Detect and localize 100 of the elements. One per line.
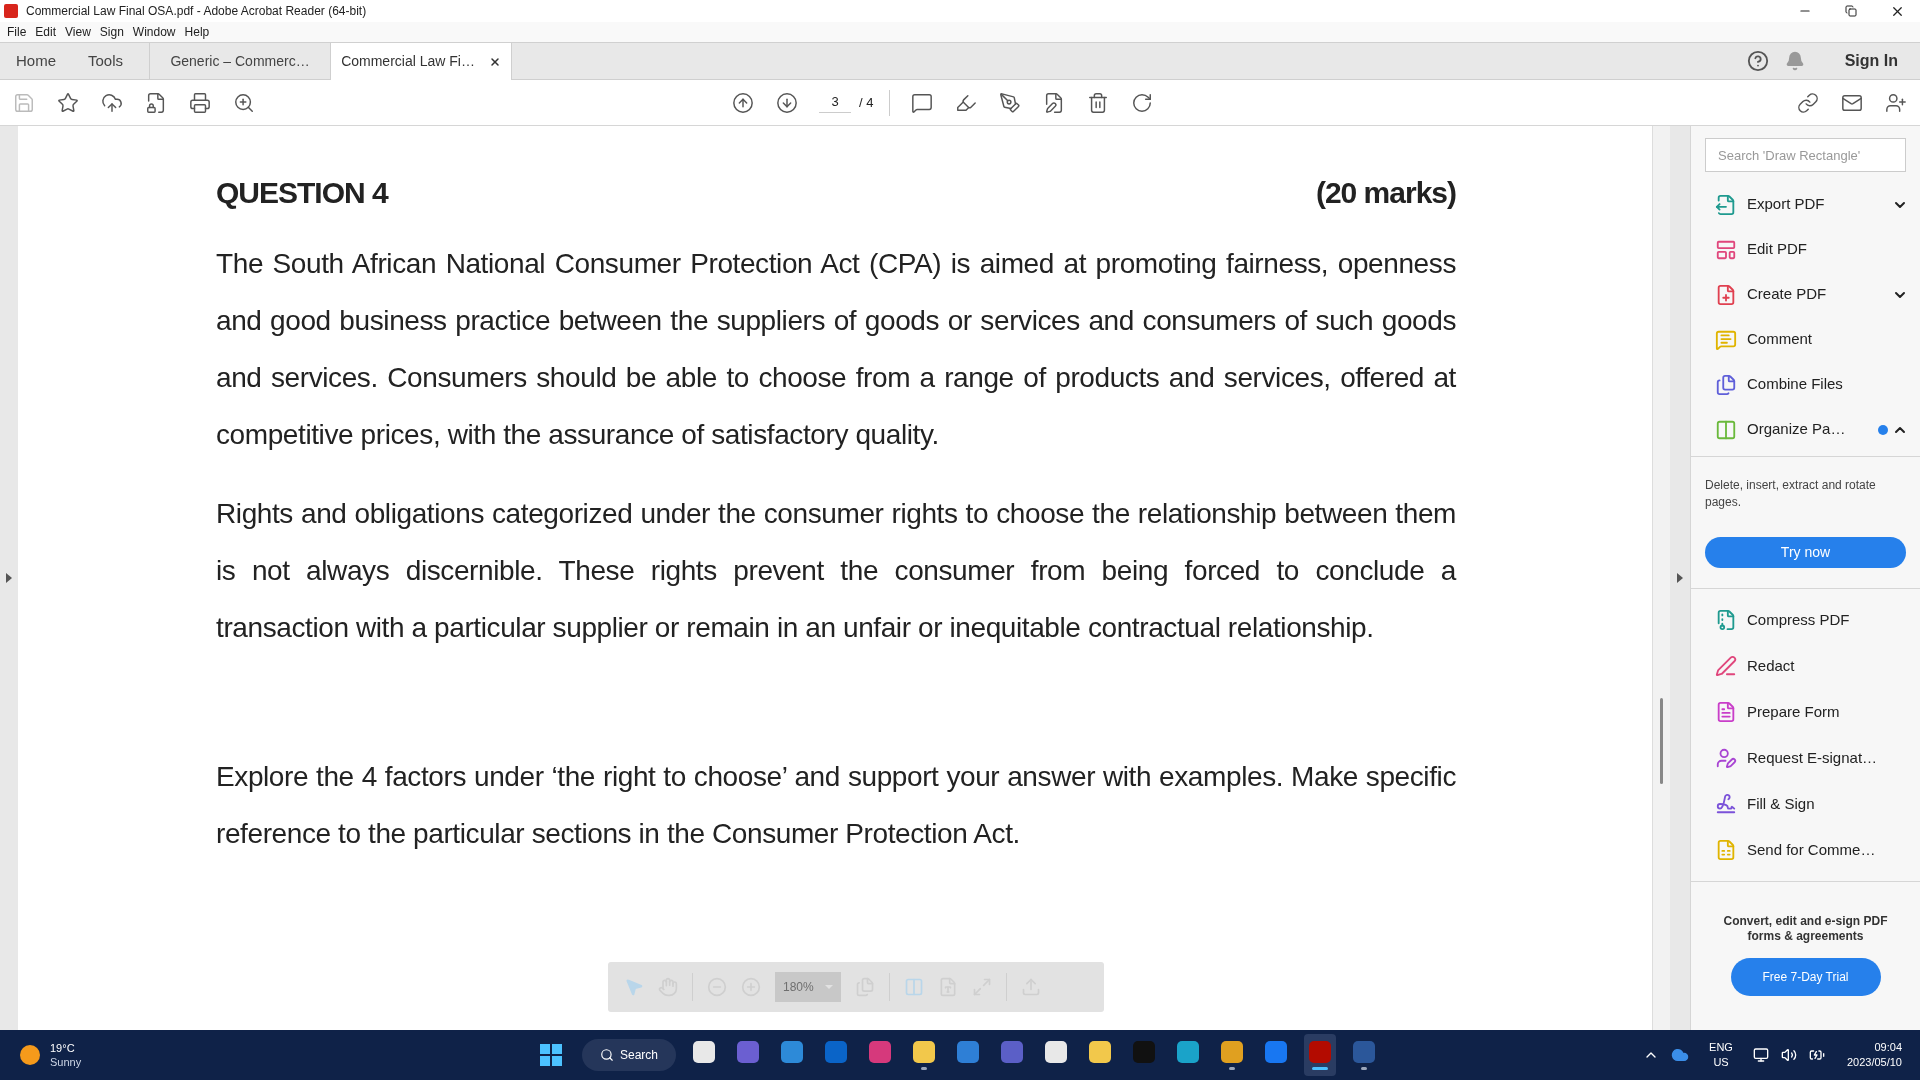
left-panel-toggle[interactable]: [0, 126, 18, 1030]
tool-item[interactable]: Fill & Sign: [1691, 781, 1920, 827]
app-logo-icon: [4, 4, 18, 18]
volume-icon: [1780, 1047, 1797, 1063]
tool-item[interactable]: Combine Files: [1691, 362, 1920, 407]
tool-label: Send for Comme…: [1747, 839, 1876, 860]
battery-icon: [1808, 1047, 1825, 1063]
question-paragraph: Rights and obligations categorized under the consumer rights to choose the relationship between them is not always discernible. These rights prevent the consumer from being forced to conclude a transaction with a particular supplier or remain in an unfair or inequitable contractual relationship.: [216, 497, 1456, 645]
collapse-arrow-icon: [1677, 573, 1683, 583]
tool-label: Edit PDF: [1747, 239, 1807, 260]
tool-item[interactable]: Redact: [1691, 643, 1920, 689]
clock-date: 2023/05/10: [1846, 1055, 1902, 1070]
tool-icon: [1715, 655, 1737, 677]
tool-item[interactable]: Compress PDF: [1691, 597, 1920, 643]
tool-icon: [1715, 328, 1737, 351]
taskbar-app[interactable]: [1304, 1034, 1337, 1076]
try-now-button[interactable]: Try now: [1705, 537, 1906, 568]
app-icon: [1001, 1040, 1024, 1063]
notification-bell-icon: [1784, 51, 1805, 71]
tool-item[interactable]: Send for Comme…: [1691, 827, 1920, 873]
sign-in-button[interactable]: Sign In: [1844, 49, 1898, 73]
marks-label: (20 marks): [1315, 175, 1456, 211]
restore-icon: [1845, 5, 1857, 17]
tool-item[interactable]: Organize Pa…: [1691, 407, 1920, 452]
tool-icon: [1715, 793, 1737, 815]
tool-icon: [1715, 701, 1737, 723]
close-tab-icon: [488, 55, 501, 68]
app-icon: [693, 1040, 716, 1063]
tool-item[interactable]: Create PDF: [1691, 272, 1920, 317]
pointer-icon: [624, 977, 644, 997]
window-title: Commercial Law Final OSA.pdf - Adobe Acrobat Reader (64-bit): [26, 3, 367, 20]
right-panel-toggle[interactable]: [1670, 126, 1690, 1030]
expand-arrow-icon: [6, 573, 12, 583]
tool-label: Comment: [1747, 329, 1813, 350]
language-indicator: ENG: [1709, 1040, 1733, 1055]
tool-label: Request E-signat…: [1747, 747, 1878, 768]
tab-label: Commercial Law Fi…: [341, 52, 475, 71]
region-indicator: US: [1713, 1055, 1729, 1070]
weather-condition: Sunny: [50, 1055, 82, 1069]
tool-label: Fill & Sign: [1747, 793, 1815, 814]
clock-time: 09:04: [1874, 1040, 1902, 1055]
help-icon: [1746, 50, 1769, 72]
menu-item[interactable]: Edit: [31, 23, 61, 41]
question-paragraph: The South African National Consumer Protection Act (CPA) is aimed at promoting fairness, openness and good business practice between the suppliers of goods or services and consumers of such goods and services. Consumers should be able to choose from a range of products and services, offered at competitive prices, with the assurance of satisfactory quality.: [216, 247, 1456, 452]
app-icon: [913, 1040, 936, 1063]
question-heading: QUESTION 4: [216, 175, 388, 211]
tool-icon: [1715, 747, 1737, 769]
app-icon: [1177, 1040, 1200, 1063]
menu-item[interactable]: Window: [128, 23, 180, 41]
tab-label: Generic – Commerc…: [170, 51, 310, 71]
start-icon[interactable]: [540, 1044, 562, 1066]
search-icon: [600, 1048, 614, 1062]
scrollbar-thumb[interactable]: [1660, 698, 1663, 784]
app-icon: [737, 1040, 760, 1063]
tool-icon: [1715, 193, 1737, 216]
tool-item[interactable]: Prepare Form: [1691, 689, 1920, 735]
document-tab[interactable]: Commercial Law Fi…: [331, 43, 513, 80]
cloud-icon: [1671, 1046, 1690, 1064]
taskbar-search-button[interactable]: Search: [582, 1039, 677, 1071]
nav-tab[interactable]: Tools: [72, 43, 140, 79]
tool-label: Organize Pa…: [1747, 419, 1846, 440]
tool-item[interactable]: Comment: [1691, 317, 1920, 362]
app-icon: [781, 1040, 804, 1063]
app-icon: [1353, 1040, 1376, 1063]
app-icon: [1309, 1040, 1332, 1063]
tool-label: Redact: [1747, 655, 1795, 676]
tool-label: Combine Files: [1747, 374, 1843, 395]
menu-item[interactable]: Sign: [95, 23, 128, 41]
temperature: 19°C: [50, 1041, 76, 1055]
menu-item[interactable]: Help: [180, 23, 214, 41]
tool-label: Compress PDF: [1747, 609, 1850, 630]
nav-tab[interactable]: Home: [0, 43, 72, 79]
tool-icon: [1715, 283, 1737, 306]
page-number-field[interactable]: 3: [819, 92, 851, 113]
app-icon: [825, 1040, 848, 1063]
free-trial-button[interactable]: Free 7-Day Trial: [1730, 958, 1881, 996]
tool-label: Export PDF: [1747, 194, 1825, 215]
app-icon: [1133, 1040, 1156, 1063]
new-badge-icon: [1878, 424, 1888, 435]
tool-item[interactable]: Edit PDF: [1691, 227, 1920, 272]
network-icon: [1752, 1047, 1769, 1063]
tool-icon: [1715, 609, 1737, 631]
sun-icon: [20, 1045, 40, 1065]
app-icon: [1265, 1040, 1288, 1063]
tool-icon: [1715, 839, 1737, 861]
app-icon: [1221, 1040, 1244, 1063]
page-total: / 4: [859, 93, 874, 112]
question-paragraph: Explore the 4 factors under ‘the right to choose’ and support your answer with examples. Make specific reference to the particular sections in the Consumer Protection Act.: [216, 760, 1456, 851]
tool-item[interactable]: Request E-signat…: [1691, 735, 1920, 781]
tool-label: Create PDF: [1747, 284, 1827, 305]
app-icon: [957, 1040, 980, 1063]
menu-item[interactable]: View: [61, 23, 95, 41]
tool-item[interactable]: Export PDF: [1691, 182, 1920, 227]
promo-text: Convert, edit and e-sign PDF forms & agreements: [1722, 914, 1889, 944]
tool-icon: [1715, 373, 1737, 396]
menu-item[interactable]: File: [3, 23, 31, 41]
search-field[interactable]: Search 'Draw Rectangle': [1705, 138, 1906, 172]
app-icon: [1089, 1040, 1112, 1063]
tool-description: Delete, insert, extract and rotate pages.: [1705, 477, 1877, 511]
fit-width-icon: [904, 977, 924, 997]
